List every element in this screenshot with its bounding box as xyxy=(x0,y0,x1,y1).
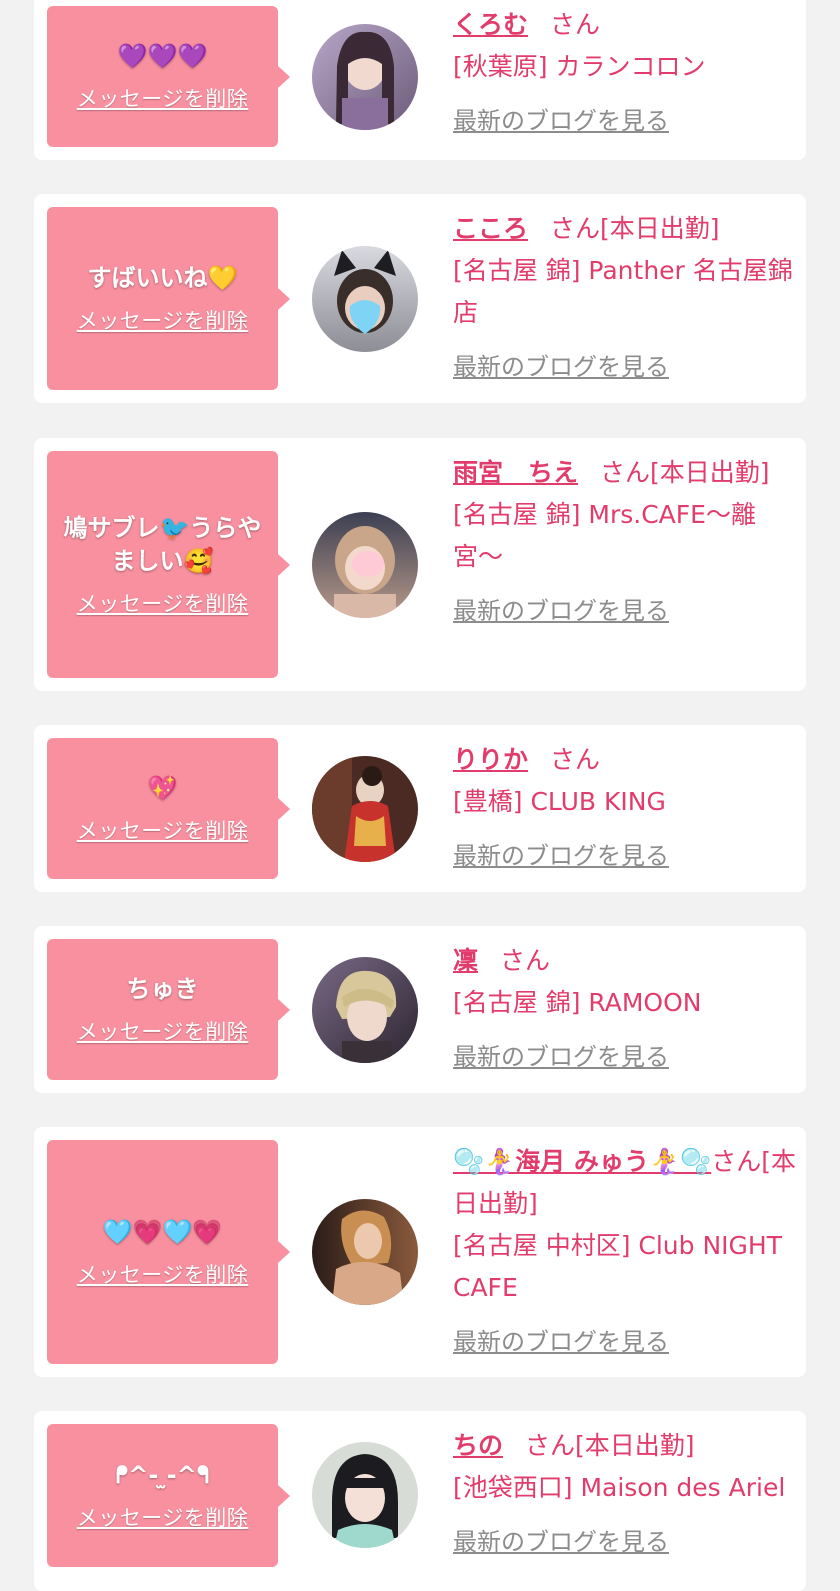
avatar[interactable] xyxy=(312,24,418,130)
cast-info: こころ さん[本日出勤] [名古屋 錦] Panther 名古屋錦店 最新のブログ… xyxy=(453,208,798,388)
list-item: ᖰ^- ̫-^ᖳ メッセージを削除 ちの さん[本日出勤] [池袋西口] Mais… xyxy=(34,1411,806,1591)
latest-blog-link[interactable]: 最新のブログを見る xyxy=(453,590,669,632)
delete-message-link[interactable]: メッセージを削除 xyxy=(77,815,249,845)
latest-blog-link[interactable]: 最新のブログを見る xyxy=(453,100,669,142)
list-item: 鳩サブレ🐦うらやましい🥰 メッセージを削除 雨宮 ちえ さん[本日出勤] [名古屋… xyxy=(34,438,806,691)
avatar[interactable] xyxy=(312,512,418,618)
avatar[interactable] xyxy=(312,1199,418,1305)
cast-info: りりか さん [豊橋] CLUB KING 最新のブログを見る xyxy=(453,739,798,877)
message-text: ᖰ^- ̫-^ᖳ xyxy=(115,1461,210,1489)
delete-message-link[interactable]: メッセージを削除 xyxy=(77,305,249,335)
delete-message-link[interactable]: メッセージを削除 xyxy=(77,1502,249,1532)
delete-message-link[interactable]: メッセージを削除 xyxy=(77,1259,249,1289)
cast-name-link[interactable]: 雨宮 ちえ xyxy=(453,458,578,487)
latest-blog-link[interactable]: 最新のブログを見る xyxy=(453,1321,669,1363)
avatar[interactable] xyxy=(312,756,418,862)
list-item: 💜💜💜 メッセージを削除 くろむ さん [秋葉原] カランコロン 最新のブログを見… xyxy=(34,0,806,160)
cast-name-link[interactable]: 🫧🧜‍♀️海月 みゅう🧜‍♀️🫧 xyxy=(453,1147,711,1176)
shop-text: [名古屋 中村区] Club NIGHT CAFE xyxy=(453,1231,782,1302)
list-item: すばいいね💛 メッセージを削除 こころ さん[本日出勤] [名古屋 錦] Pant… xyxy=(34,194,806,403)
cast-info: くろむ さん [秋葉原] カランコロン 最新のブログを見る xyxy=(453,4,798,142)
message-bubble: すばいいね💛 メッセージを削除 xyxy=(47,207,290,390)
favorites-list: 💜💜💜 メッセージを削除 くろむ さん [秋葉原] カランコロン 最新のブログを見… xyxy=(0,0,840,1591)
cast-info: 🫧🧜‍♀️海月 みゅう🧜‍♀️🫧さん[本日出勤] [名古屋 中村区] Club … xyxy=(453,1141,798,1363)
latest-blog-link[interactable]: 最新のブログを見る xyxy=(453,1036,669,1078)
message-bubble: 💖 メッセージを削除 xyxy=(47,738,290,879)
message-bubble: 鳩サブレ🐦うらやましい🥰 メッセージを削除 xyxy=(47,451,290,678)
avatar[interactable] xyxy=(312,246,418,352)
cast-name-link[interactable]: りりか xyxy=(453,745,528,774)
honorific: さん xyxy=(500,946,551,975)
delete-message-link[interactable]: メッセージを削除 xyxy=(77,588,249,618)
honorific: さん xyxy=(550,745,601,774)
name-line: 🫧🧜‍♀️海月 みゅう🧜‍♀️🫧さん[本日出勤] xyxy=(453,1141,798,1225)
shop-text: [名古屋 錦] Panther 名古屋錦店 xyxy=(453,256,793,327)
latest-blog-link[interactable]: 最新のブログを見る xyxy=(453,1521,669,1563)
shop-text: [名古屋 錦] Mrs.CAFE〜離宮〜 xyxy=(453,500,756,571)
honorific: さん xyxy=(525,1431,576,1460)
cast-name-link[interactable]: 凜 xyxy=(453,946,478,975)
message-text: 鳩サブレ🐦うらやましい🥰 xyxy=(63,513,262,575)
honorific: さん xyxy=(550,10,601,39)
name-line: くろむ さん xyxy=(453,4,798,46)
list-item: 🩵💗🩵💗 メッセージを削除 🫧🧜‍♀️海月 みゅう🧜‍♀️🫧さん[本日出勤] [… xyxy=(34,1127,806,1377)
latest-blog-link[interactable]: 最新のブログを見る xyxy=(453,835,669,877)
honorific: さん xyxy=(550,214,601,243)
cast-info: ちの さん[本日出勤] [池袋西口] Maison des Ariel 最新のブロ… xyxy=(453,1425,798,1563)
name-line: 凜さん xyxy=(453,940,798,982)
message-text: 💜💜💜 xyxy=(117,42,208,70)
cast-info: 凜さん [名古屋 錦] RAMOON 最新のブログを見る xyxy=(453,940,798,1078)
name-line: こころ さん[本日出勤] xyxy=(453,208,798,250)
shop-text: [豊橋] CLUB KING xyxy=(453,787,666,816)
latest-blog-link[interactable]: 最新のブログを見る xyxy=(453,346,669,388)
status-badge: [本日出勤] xyxy=(650,458,770,487)
message-text: すばいいね💛 xyxy=(87,264,238,292)
avatar[interactable] xyxy=(312,957,418,1063)
shop-text: [秋葉原] カランコロン xyxy=(453,52,706,81)
list-item: ちゅき メッセージを削除 凜さん [名古屋 錦] RAMOON 最新のブログを見… xyxy=(34,926,806,1093)
name-line: りりか さん xyxy=(453,739,798,781)
message-text: 🩵💗🩵💗 xyxy=(102,1217,223,1246)
honorific: さん xyxy=(600,458,651,487)
cast-info: 雨宮 ちえ さん[本日出勤] [名古屋 錦] Mrs.CAFE〜離宮〜 最新のブロ… xyxy=(453,452,798,632)
message-bubble: ᖰ^- ̫-^ᖳ メッセージを削除 xyxy=(47,1424,290,1567)
name-line: ちの さん[本日出勤] xyxy=(453,1425,798,1467)
cast-name-link[interactable]: ちの xyxy=(453,1431,503,1460)
cast-name-link[interactable]: こころ xyxy=(453,214,528,243)
status-badge: [本日出勤] xyxy=(600,214,720,243)
avatar[interactable] xyxy=(312,1442,418,1548)
message-bubble: ちゅき メッセージを削除 xyxy=(47,939,290,1080)
name-line: 雨宮 ちえ さん[本日出勤] xyxy=(453,452,798,494)
message-text: 💖 xyxy=(147,774,178,802)
message-bubble: 🩵💗🩵💗 メッセージを削除 xyxy=(47,1140,290,1364)
message-text: ちゅき xyxy=(126,975,199,1003)
honorific: さん xyxy=(711,1147,762,1176)
delete-message-link[interactable]: メッセージを削除 xyxy=(77,1016,249,1046)
list-item: 💖 メッセージを削除 りりか さん [豊橋] CLUB KING 最新のブログを見… xyxy=(34,725,806,892)
shop-text: [名古屋 錦] RAMOON xyxy=(453,988,702,1017)
delete-message-link[interactable]: メッセージを削除 xyxy=(77,83,249,113)
cast-name-link[interactable]: くろむ xyxy=(453,10,528,39)
status-badge: [本日出勤] xyxy=(575,1431,695,1460)
shop-text: [池袋西口] Maison des Ariel xyxy=(453,1473,786,1502)
message-bubble: 💜💜💜 メッセージを削除 xyxy=(47,6,290,147)
